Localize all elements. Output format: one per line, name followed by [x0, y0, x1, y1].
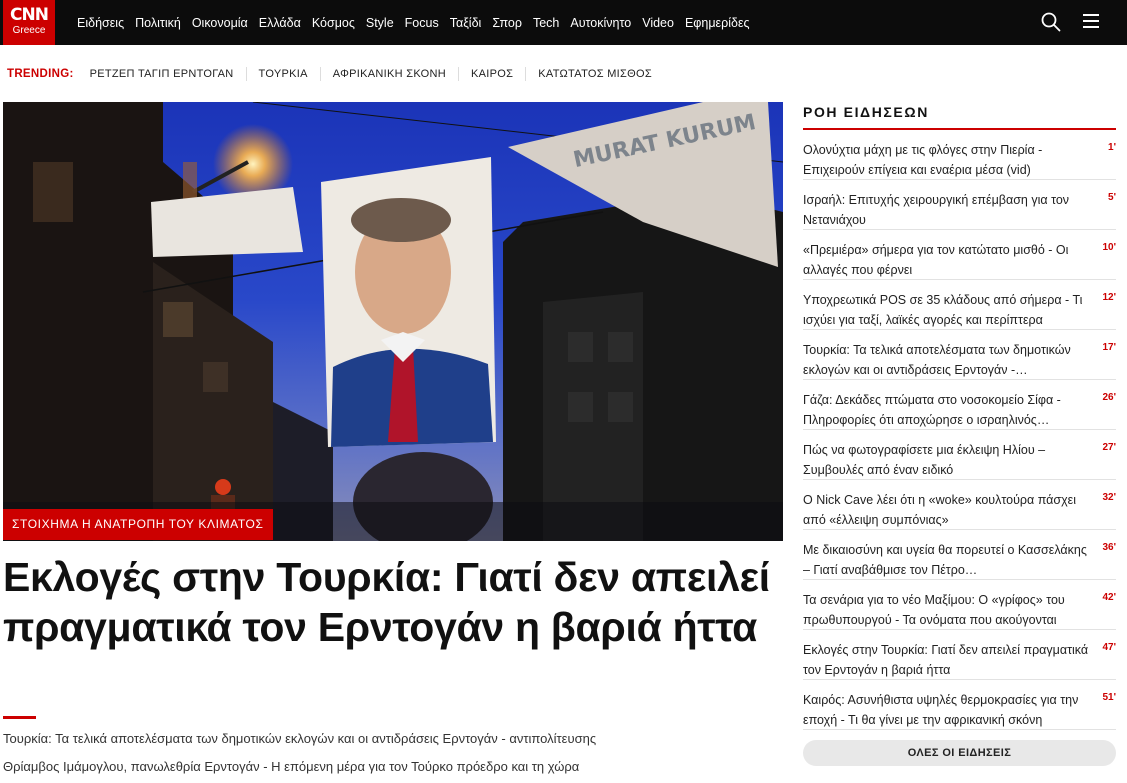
news-feed-sidebar: ΡΟΗ ΕΙΔΗΣΕΩΝ Ολονύχτια μάχη με τις φλόγε… [803, 102, 1116, 730]
news-feed-item-time: 47' [1102, 642, 1116, 653]
news-feed-item-time: 42' [1102, 592, 1116, 603]
news-feed-item-text[interactable]: Καιρός: Ασυνήθιστα υψηλές θερμοκρασίες γ… [803, 690, 1094, 730]
news-feed-item-text[interactable]: Τα σενάρια για το νέο Μαξίμου: Ο «γρίφος… [803, 590, 1094, 630]
nav-item-tech[interactable]: Tech [533, 16, 559, 30]
related-article: Θρίαμβος Ιμάμογλου, πανωλεθρία Ερντογάν … [3, 759, 579, 774]
news-feed-item-text[interactable]: O Nick Cave λέει ότι η «woke» κουλτούρα … [803, 490, 1094, 530]
search-icon[interactable] [1040, 11, 1062, 33]
hamburger-menu-icon[interactable] [1082, 12, 1100, 30]
news-feed-item-text[interactable]: Υποχρεωτικά POS σε 35 κλάδους από σήμερα… [803, 290, 1094, 330]
news-feed-item[interactable]: Εκλογές στην Τουρκία: Γιατί δεν απειλεί … [803, 630, 1116, 680]
news-feed-item-time: 27' [1102, 442, 1116, 453]
news-feed-item[interactable]: Με δικαιοσύνη και υγεία θα πορευτεί ο Κα… [803, 530, 1116, 580]
news-feed-item-text[interactable]: Εκλογές στην Τουρκία: Γιατί δεν απειλεί … [803, 640, 1094, 680]
top-navigation-bar: CNN Greece Ειδήσεις Πολιτική Οικονομία Ε… [0, 0, 1127, 45]
nav-item-newspapers[interactable]: Εφημερίδες [685, 16, 750, 30]
news-feed-item[interactable]: «Πρεμιέρα» σήμερα για τον κατώτατο μισθό… [803, 230, 1116, 280]
nav-item-greece[interactable]: Ελλάδα [259, 16, 301, 30]
logo-edition: Greece [12, 25, 46, 36]
nav-item-news[interactable]: Ειδήσεις [77, 16, 124, 30]
trending-bar: TRENDING: ΡΕΤΖΕΠ ΤΑΓΙΠ ΕΡΝΤΟΓΑΝ ΤΟΥΡΚΙΑ … [0, 60, 790, 88]
hero-photo-illustration: MURAT KURUM [3, 102, 783, 541]
logo-brand: CNN [10, 5, 49, 25]
news-feed-item[interactable]: Υποχρεωτικά POS σε 35 κλάδους από σήμερα… [803, 280, 1116, 330]
main-nav: Ειδήσεις Πολιτική Οικονομία Ελλάδα Κόσμο… [77, 0, 761, 45]
trending-link[interactable]: ΑΦΡΙΚΑΝΙΚΗ ΣΚΟΝΗ [321, 67, 460, 81]
nav-item-auto[interactable]: Αυτοκίνητο [570, 16, 631, 30]
trending-link[interactable]: ΡΕΤΖΕΠ ΤΑΓΙΠ ΕΡΝΤΟΓΑΝ [90, 67, 247, 81]
news-feed-item[interactable]: Γάζα: Δεκάδες πτώματα στο νοσοκομείο Σίφ… [803, 380, 1116, 430]
news-feed-item[interactable]: Ισραήλ: Επιτυχής χειρουργική επέμβαση γι… [803, 180, 1116, 230]
news-feed-item-time: 17' [1102, 342, 1116, 353]
hero-image[interactable]: MURAT KURUM [3, 102, 783, 541]
news-feed-item-text[interactable]: Γάζα: Δεκάδες πτώματα στο νοσοκομείο Σίφ… [803, 390, 1094, 430]
news-feed-item-time: 26' [1102, 392, 1116, 403]
hero-category-badge[interactable]: ΣΤΟΙΧΗΜΑ Η ΑΝΑΤΡΟΠΗ ΤΟΥ ΚΛΙΜΑΤΟΣ [3, 509, 273, 540]
news-feed-item[interactable]: Τουρκία: Τα τελικά αποτελέσματα των δημο… [803, 330, 1116, 380]
trending-link[interactable]: ΚΑΙΡΟΣ [459, 67, 527, 81]
news-feed-item-text[interactable]: Πώς να φωτογραφίσετε μια έκλειψη Ηλίου –… [803, 440, 1094, 480]
news-feed-item-time: 32' [1102, 492, 1116, 503]
nav-item-politics[interactable]: Πολιτική [135, 16, 181, 30]
news-feed-item[interactable]: Πώς να φωτογραφίσετε μια έκλειψη Ηλίου –… [803, 430, 1116, 480]
news-feed-title: ΡΟΗ ΕΙΔΗΣΕΩΝ [803, 102, 1116, 130]
nav-item-economy[interactable]: Οικονομία [192, 16, 248, 30]
headline-divider [3, 716, 36, 719]
news-feed-item-text[interactable]: Τουρκία: Τα τελικά αποτελέσματα των δημο… [803, 340, 1094, 380]
news-feed-item-time: 5' [1108, 192, 1116, 203]
news-feed-item-time: 10' [1102, 242, 1116, 253]
nav-item-travel[interactable]: Ταξίδι [450, 16, 482, 30]
related-article-link[interactable]: Τουρκία: Τα τελικά αποτελέσματα των δημο… [3, 731, 596, 746]
news-feed-item-time: 12' [1102, 292, 1116, 303]
news-feed-item[interactable]: Ολονύχτια μάχη με τις φλόγες στην Πιερία… [803, 130, 1116, 180]
trending-link[interactable]: ΚΑΤΩΤΑΤΟΣ ΜΙΣΘΟΣ [526, 67, 664, 81]
related-article-link[interactable]: Θρίαμβος Ιμάμογλου, πανωλεθρία Ερντογάν … [3, 759, 579, 774]
hero-headline[interactable]: Εκλογές στην Τουρκία: Γιατί δεν απειλεί … [3, 552, 783, 652]
news-feed-item[interactable]: O Nick Cave λέει ότι η «woke» κουλτούρα … [803, 480, 1116, 530]
all-news-button[interactable]: ΟΛΕΣ ΟΙ ΕΙΔΗΣΕΙΣ [803, 740, 1116, 766]
nav-item-sport[interactable]: Σπορ [492, 16, 522, 30]
news-feed-list: Ολονύχτια μάχη με τις φλόγες στην Πιερία… [803, 130, 1116, 730]
nav-item-video[interactable]: Video [642, 16, 674, 30]
cnn-greece-logo[interactable]: CNN Greece [3, 0, 55, 45]
news-feed-item-time: 1' [1108, 142, 1116, 153]
news-feed-item-text[interactable]: Με δικαιοσύνη και υγεία θα πορευτεί ο Κα… [803, 540, 1094, 580]
news-feed-item-time: 36' [1102, 542, 1116, 553]
nav-item-world[interactable]: Κόσμος [312, 16, 355, 30]
trending-label: TRENDING: [7, 68, 74, 80]
news-feed-item-text[interactable]: Ισραήλ: Επιτυχής χειρουργική επέμβαση γι… [803, 190, 1094, 230]
nav-item-focus[interactable]: Focus [405, 16, 439, 30]
nav-item-style[interactable]: Style [366, 16, 394, 30]
trending-link[interactable]: ΤΟΥΡΚΙΑ [247, 67, 321, 81]
news-feed-item-text[interactable]: Ολονύχτια μάχη με τις φλόγες στην Πιερία… [803, 140, 1094, 180]
news-feed-item-text[interactable]: «Πρεμιέρα» σήμερα για τον κατώτατο μισθό… [803, 240, 1094, 280]
news-feed-item[interactable]: Τα σενάρια για το νέο Μαξίμου: Ο «γρίφος… [803, 580, 1116, 630]
news-feed-item-time: 51' [1102, 692, 1116, 703]
related-article: Τουρκία: Τα τελικά αποτελέσματα των δημο… [3, 731, 596, 746]
news-feed-item[interactable]: Καιρός: Ασυνήθιστα υψηλές θερμοκρασίες γ… [803, 680, 1116, 730]
